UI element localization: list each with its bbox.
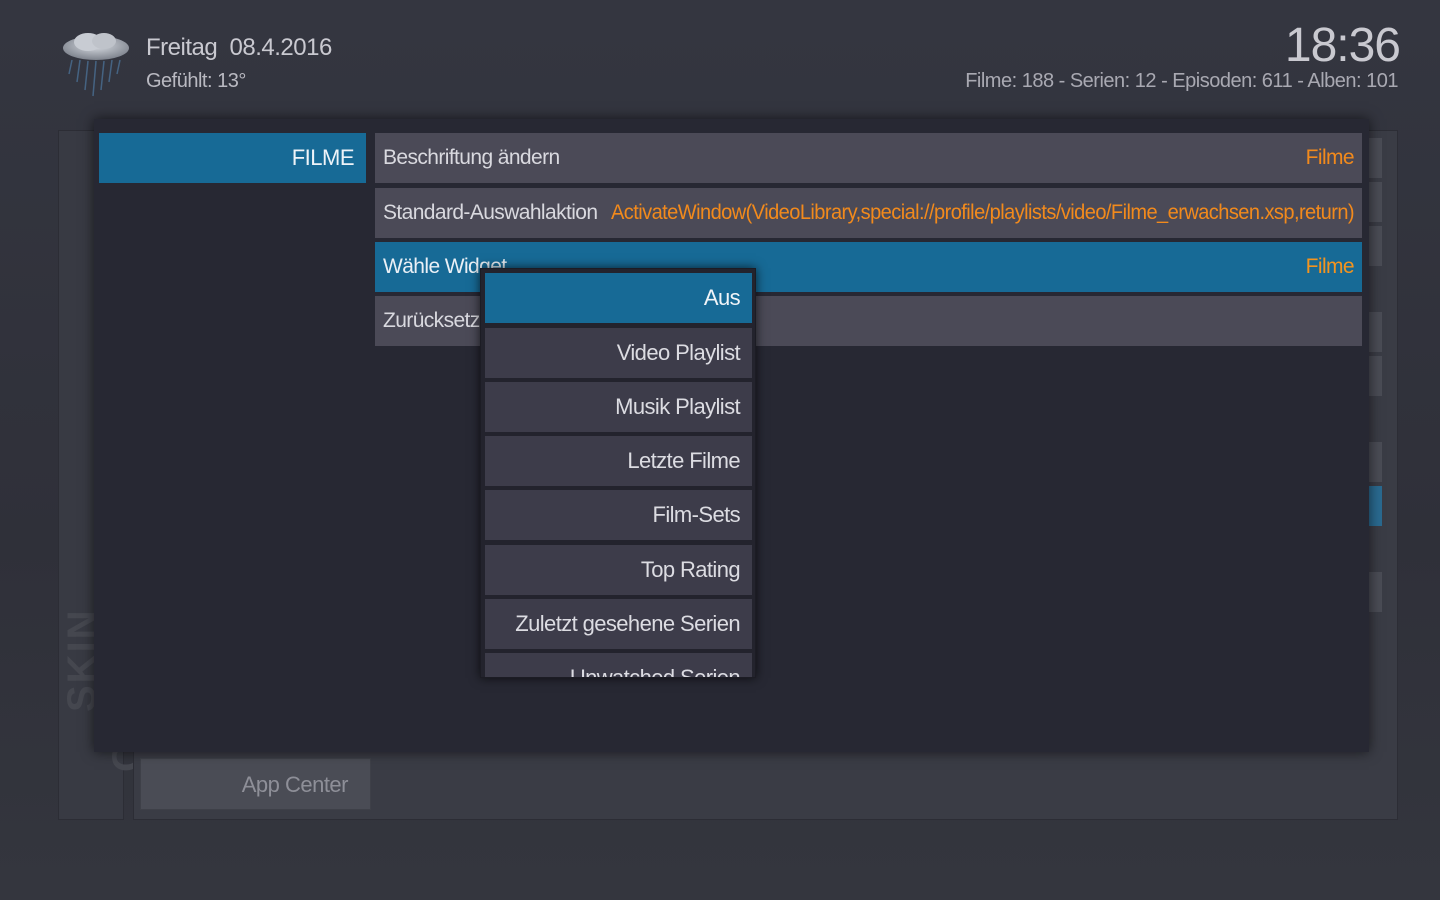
option-row-default-action[interactable]: Standard-Auswahlaktion ActivateWindow(Vi… (375, 188, 1362, 238)
day-name: Freitag (146, 34, 218, 61)
rain-cloud-icon (58, 30, 134, 102)
background-row-edge (1368, 182, 1382, 222)
option-value: Filme (1305, 255, 1355, 278)
option-value: ActivateWindow(VideoLibrary,special://pr… (610, 201, 1355, 224)
background-row-edge (1368, 138, 1382, 178)
popup-item-unwatched-serien[interactable]: Unwatched Serien (485, 653, 752, 677)
background-row-edge (1368, 356, 1382, 396)
background-row-edge (1368, 486, 1382, 526)
background-row-edge (1368, 226, 1382, 266)
date-display: Freitag 08.4.2016 (146, 34, 332, 62)
date-value: 08.4.2016 (229, 34, 333, 61)
category-item-filme[interactable]: FILME (99, 133, 366, 183)
option-label: Standard-Auswahlaktion (383, 201, 598, 224)
option-value: Filme (1305, 146, 1355, 169)
popup-item-video-playlist[interactable]: Video Playlist (485, 328, 752, 378)
popup-item-film-sets[interactable]: Film-Sets (485, 490, 752, 540)
background-row-edge (1368, 572, 1382, 612)
popup-item-letzte-filme[interactable]: Letzte Filme (485, 436, 752, 486)
background-row-edge (1368, 312, 1382, 352)
popup-item-musik-playlist[interactable]: Musik Playlist (485, 382, 752, 432)
popup-item-zuletzt-gesehene-serien[interactable]: Zuletzt gesehene Serien (485, 599, 752, 649)
clock: 18:36 (1284, 19, 1401, 72)
background-row-edge (1368, 442, 1382, 482)
app-center-button[interactable]: App Center (140, 758, 371, 810)
library-stats: Filme: 188 - Serien: 12 - Episoden: 611 … (965, 70, 1398, 92)
popup-item-aus[interactable]: Aus (485, 273, 752, 323)
widget-select-popup: Aus Video Playlist Musik Playlist Letzte… (480, 268, 756, 678)
option-row-label[interactable]: Beschriftung ändern Filme (375, 133, 1362, 183)
popup-item-top-rating[interactable]: Top Rating (485, 545, 752, 595)
option-label: Beschriftung ändern (383, 146, 560, 169)
felt-temperature: Gefühlt: 13° (146, 70, 246, 92)
